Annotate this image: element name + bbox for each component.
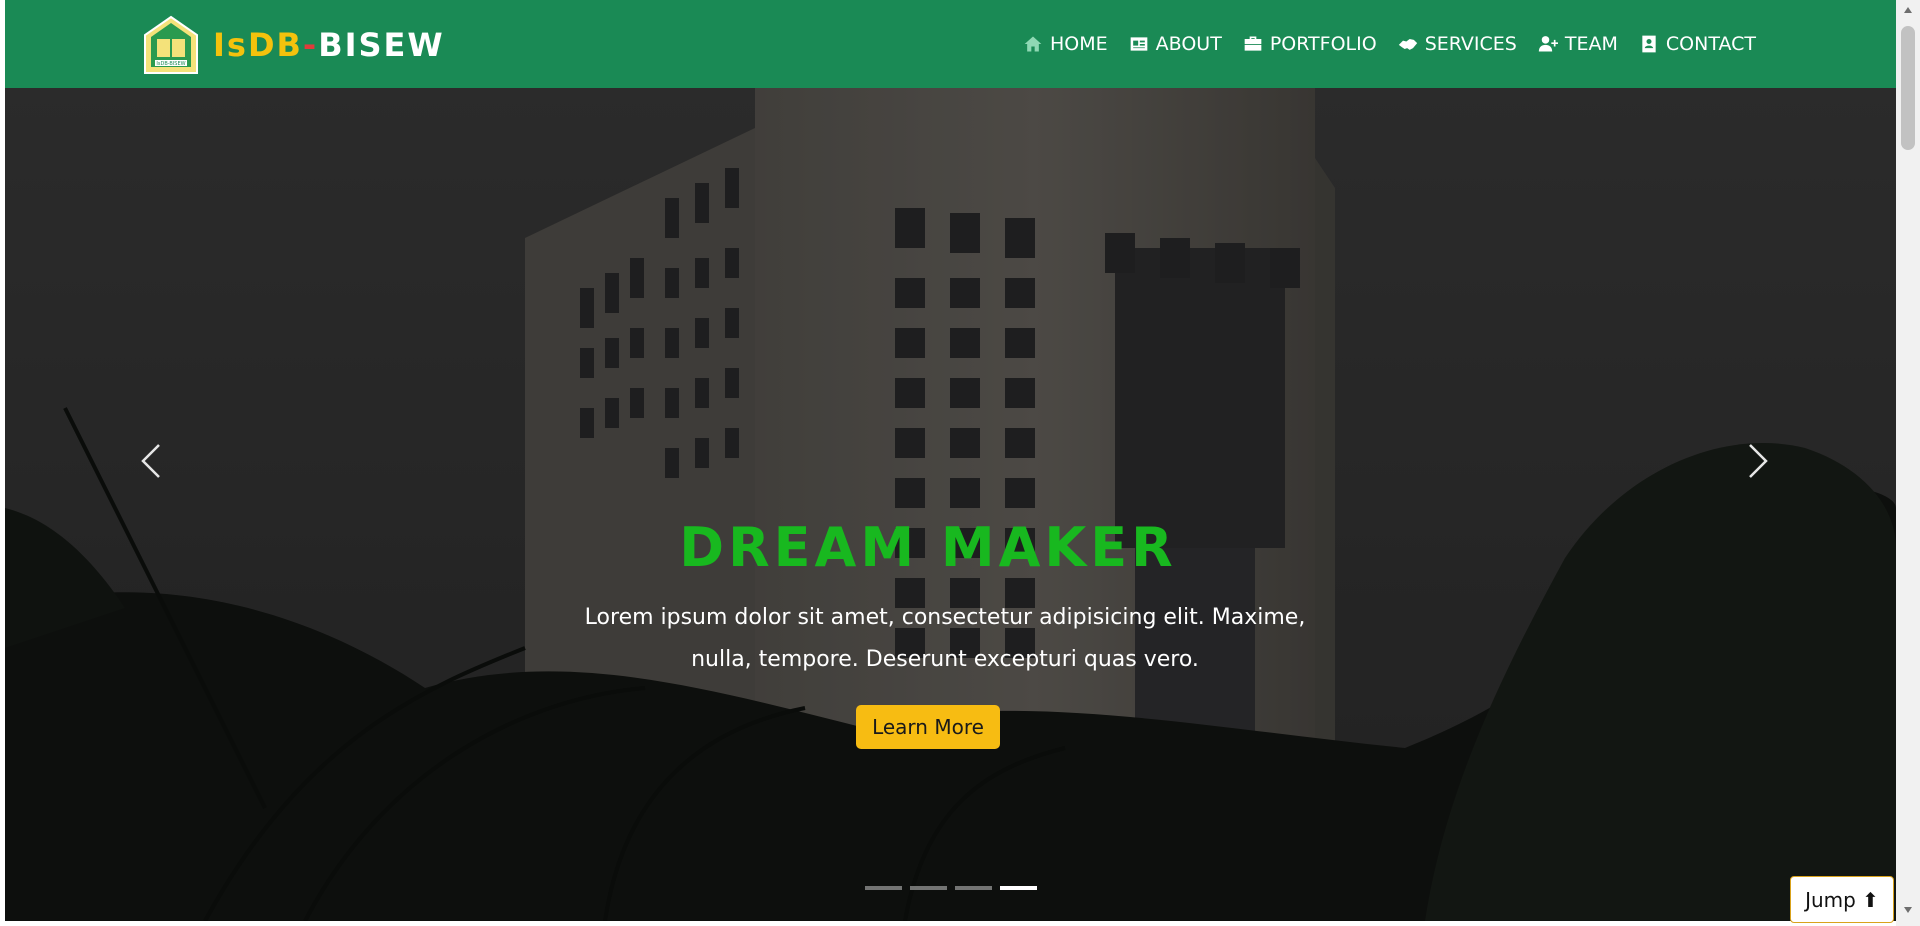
nav-item-portfolio[interactable]: PORTFOLIO xyxy=(1242,33,1377,55)
nav-item-label: ABOUT xyxy=(1155,33,1222,55)
nav-item-services[interactable]: SERVICES xyxy=(1397,33,1517,55)
hero-carousel: DREAM MAKER Lorem ipsum dolor sit amet, … xyxy=(5,88,1896,921)
brand-name-isdb: IsDB xyxy=(213,26,303,64)
carousel-indicator[interactable] xyxy=(955,886,992,890)
hero-title: DREAM MAKER xyxy=(679,516,1177,579)
learn-more-button[interactable]: Learn More xyxy=(856,705,1000,749)
hero-text: Lorem ipsum dolor sit amet, consectetur … xyxy=(584,605,1306,672)
nav-item-about[interactable]: ABOUT xyxy=(1128,33,1222,55)
brand[interactable]: IsDB-BISEW IsDB-BISEW xyxy=(141,15,445,75)
nav-menu: HOME ABOUT PORTFOLIO SERVICES TEAM CONTA… xyxy=(1022,0,1756,88)
home-icon xyxy=(1022,33,1044,55)
carousel-next-button[interactable] xyxy=(1738,436,1778,486)
carousel-indicators xyxy=(865,886,1037,890)
carousel-indicator[interactable] xyxy=(910,886,947,890)
carousel-indicator-active[interactable] xyxy=(1000,886,1037,890)
carousel-indicator[interactable] xyxy=(865,886,902,890)
id-card-icon xyxy=(1128,33,1150,55)
brand-name-dash: - xyxy=(302,26,319,64)
address-book-icon xyxy=(1638,33,1660,55)
nav-item-label: HOME xyxy=(1050,33,1108,55)
scrollbar[interactable] xyxy=(1896,0,1920,926)
scrollbar-thumb[interactable] xyxy=(1901,26,1915,150)
nav-item-team[interactable]: TEAM xyxy=(1537,33,1618,55)
brand-name: IsDB-BISEW xyxy=(213,26,445,64)
svg-text:IsDB-BISEW: IsDB-BISEW xyxy=(156,61,185,67)
carousel-prev-button[interactable] xyxy=(131,436,171,486)
browser-frame: IsDB-BISEW IsDB-BISEW HOME ABOUT PORTFOL… xyxy=(0,0,1920,926)
caret-down-icon xyxy=(1904,907,1912,913)
scroll-up-button[interactable] xyxy=(1896,0,1920,20)
nav-item-label: CONTACT xyxy=(1665,33,1756,55)
handshake-icon xyxy=(1397,33,1419,55)
nav-item-label: PORTFOLIO xyxy=(1269,33,1377,55)
nav-item-contact[interactable]: CONTACT xyxy=(1638,33,1756,55)
chevron-left-icon xyxy=(141,444,160,478)
briefcase-icon xyxy=(1242,33,1264,55)
nav-item-label: SERVICES xyxy=(1424,33,1517,55)
user-plus-icon xyxy=(1537,33,1559,55)
page-viewport: IsDB-BISEW IsDB-BISEW HOME ABOUT PORTFOL… xyxy=(5,0,1896,921)
scroll-down-button[interactable] xyxy=(1896,900,1920,920)
navbar: IsDB-BISEW IsDB-BISEW HOME ABOUT PORTFOL… xyxy=(5,0,1896,88)
nav-item-label: TEAM xyxy=(1564,33,1618,55)
jump-to-top-button[interactable]: Jump ⬆ xyxy=(1790,876,1894,923)
caret-up-icon xyxy=(1904,7,1912,13)
hero-overlay xyxy=(5,88,1896,921)
brand-name-bisew: BISEW xyxy=(318,26,445,64)
brand-logo-icon: IsDB-BISEW xyxy=(144,15,198,74)
hero-caption: DREAM MAKER Lorem ipsum dolor sit amet, … xyxy=(5,516,1896,749)
nav-item-home[interactable]: HOME xyxy=(1022,33,1108,55)
chevron-right-icon xyxy=(1749,444,1768,478)
